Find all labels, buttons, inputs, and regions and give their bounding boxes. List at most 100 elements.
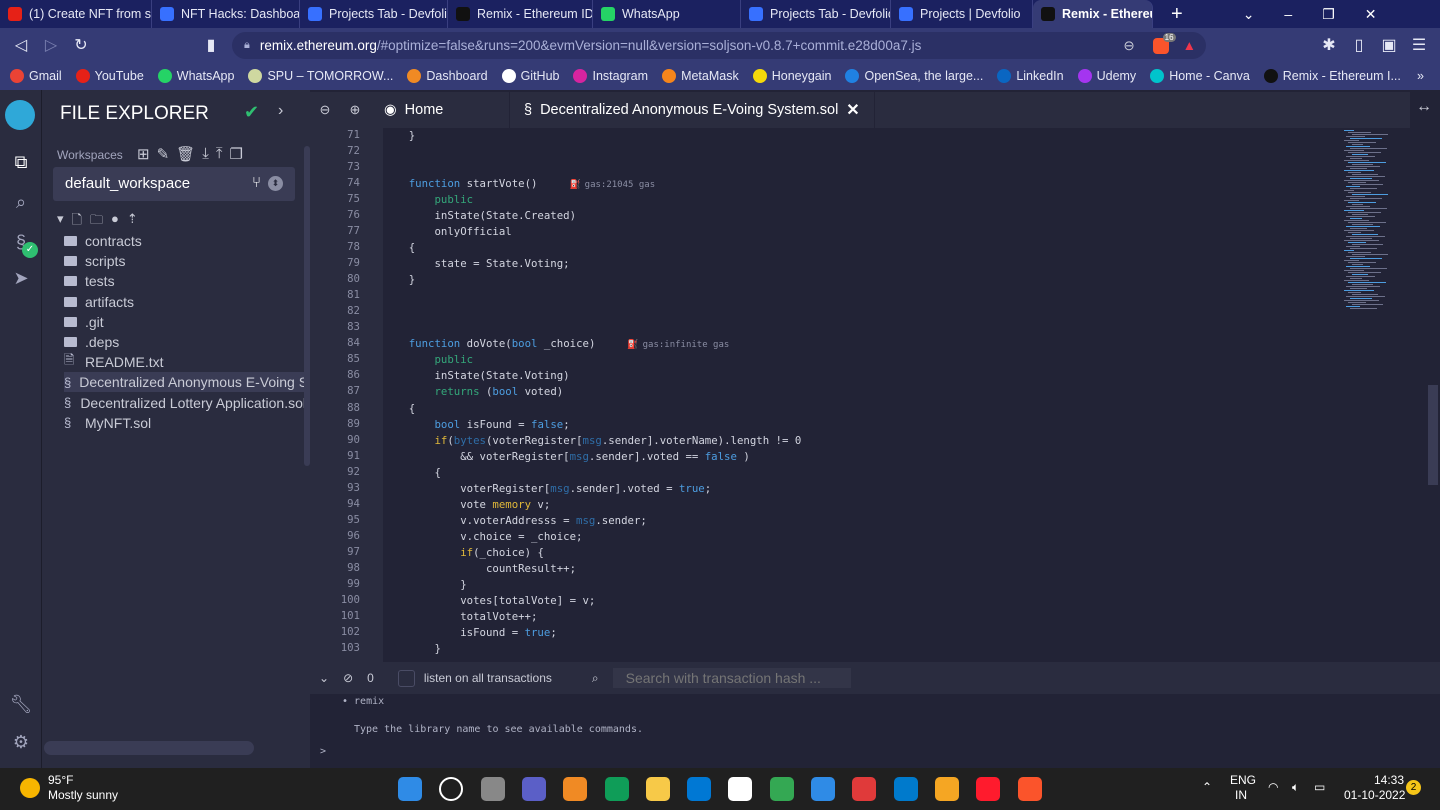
expand-icon[interactable]: ↔	[1416, 98, 1432, 116]
new-tab-icon[interactable]: +	[1171, 3, 1183, 26]
bookmark-item[interactable]: LinkedIn	[997, 69, 1064, 83]
taskbar-app-icon[interactable]	[769, 777, 794, 801]
browser-tab[interactable]: Projects Tab - Devfolio	[300, 0, 448, 28]
terminal-prompt[interactable]: >	[320, 746, 326, 757]
clock-date[interactable]: 01-10-2022	[1344, 788, 1405, 802]
menu-icon[interactable]: ☰	[1404, 35, 1434, 55]
url-field[interactable]: 🔒︎ remix.ethereum.org/#optimize=false&ru…	[232, 32, 1206, 59]
brave-rewards-icon[interactable]: ▲	[1183, 38, 1196, 53]
file-tree-item[interactable]: tests	[64, 271, 306, 291]
deploy-run-icon[interactable]: ➤	[8, 268, 34, 294]
battery-icon[interactable]: ▭	[1314, 780, 1325, 794]
more-bookmarks-button[interactable]: »	[1417, 69, 1424, 83]
taskbar-app-icon[interactable]	[852, 777, 877, 801]
new-folder-icon[interactable]: 🗀︎	[90, 211, 103, 233]
restore-workspace-icon[interactable]: ⤒	[216, 145, 223, 163]
weather-temp[interactable]: 95°F	[48, 773, 73, 787]
zoom-icon[interactable]: ⊖	[1123, 38, 1134, 54]
file-tree-item[interactable]: artifacts	[64, 292, 306, 312]
minimap[interactable]	[1338, 128, 1428, 662]
taskbar-app-icon[interactable]	[521, 777, 546, 801]
upload-icon[interactable]: ⇡	[127, 211, 138, 233]
editor-scrollbar[interactable]	[1428, 385, 1438, 485]
git-branch-icon[interactable]: ⑂	[252, 174, 261, 191]
taskbar-app-icon[interactable]	[645, 777, 670, 801]
bookmark-item[interactable]: YouTube	[75, 69, 144, 83]
rename-workspace-icon[interactable]: ✎	[157, 145, 170, 163]
wifi-icon[interactable]: ◠	[1268, 780, 1278, 794]
tray-chevron-icon[interactable]: ⌃	[1202, 780, 1212, 794]
bookmark-item[interactable]: GitHub	[501, 69, 559, 83]
restore-icon[interactable]: ❐	[1322, 6, 1335, 23]
new-file-icon[interactable]: 🗋︎	[72, 211, 82, 233]
taskbar-app-icon[interactable]	[893, 777, 918, 801]
taskbar-app-icon[interactable]	[687, 777, 712, 801]
collapse-terminal-icon[interactable]: ⌄	[319, 671, 329, 685]
taskbar-app-icon[interactable]	[811, 777, 835, 801]
bookmark-item[interactable]: Dashboard	[407, 69, 488, 83]
extensions-icon[interactable]: ✱	[1314, 35, 1344, 55]
taskbar-app-icon[interactable]	[563, 777, 588, 801]
search-icon[interactable]: ⌕	[8, 192, 34, 218]
taskbar-app-icon[interactable]	[604, 777, 629, 801]
bookmark-item[interactable]: SPU – TOMORROW...	[248, 69, 393, 83]
wallet-icon[interactable]: ▣	[1374, 35, 1404, 55]
zoom-in-icon[interactable]: ⊕	[340, 102, 370, 118]
weather-desc[interactable]: Mostly sunny	[48, 788, 118, 802]
delete-workspace-icon[interactable]: 🗑︎	[176, 145, 195, 163]
file-explorer-icon[interactable]: ⧉	[8, 152, 34, 178]
zoom-out-icon[interactable]: ⊖	[310, 102, 340, 118]
download-workspace-icon[interactable]: ⤓	[202, 145, 209, 163]
browser-tab[interactable]: WhatsApp	[593, 0, 741, 28]
bookmark-item[interactable]: Home - Canva	[1150, 69, 1250, 83]
file-tree-item[interactable]: contracts	[64, 231, 306, 251]
remix-logo-icon[interactable]	[5, 100, 35, 130]
taskbar-app-icon[interactable]	[480, 777, 505, 801]
listen-checkbox[interactable]	[397, 669, 415, 687]
file-tree-item[interactable]: 🗎︎ README.txt	[64, 352, 306, 372]
minimize-icon[interactable]: –	[1284, 6, 1292, 22]
clear-terminal-icon[interactable]: ⊘	[343, 671, 353, 685]
tab-evoting-sol[interactable]: § Decentralized Anonymous E-Voing System.…	[510, 92, 875, 128]
workspace-select[interactable]: default_workspace ⑂ ⬍	[53, 167, 295, 201]
file-tree-item[interactable]: .deps	[64, 332, 306, 352]
bookmark-item[interactable]: OpenSea, the large...	[845, 69, 983, 83]
clone-workspace-icon[interactable]: ❐	[229, 145, 242, 163]
reload-icon[interactable]: ↻	[66, 35, 96, 55]
code-editor[interactable]: } function startVote() ⛽ gas:21045 gas pub…	[383, 128, 1338, 662]
browser-tab[interactable]: Projects | Devfolio	[891, 0, 1033, 28]
language-eng[interactable]: ENG	[1230, 773, 1256, 787]
solidity-compiler-icon[interactable]: § ✓	[8, 232, 38, 258]
bookmark-item[interactable]: Remix - Ethereum I...	[1263, 69, 1401, 83]
file-tree-item[interactable]: § Decentralized Anonymous E-Voing System.…	[64, 372, 306, 393]
select-arrows-icon[interactable]: ⬍	[268, 176, 283, 191]
collapse-caret-icon[interactable]: ▾	[57, 211, 64, 233]
taskbar-app-icon[interactable]	[398, 777, 422, 801]
taskbar-app-icon[interactable]	[728, 777, 753, 801]
terminal-output[interactable]: • remix Type the library name to see ava…	[310, 694, 1440, 768]
taskbar-app-icon[interactable]	[439, 777, 464, 801]
file-tree-item[interactable]: scripts	[64, 251, 306, 271]
bookmark-item[interactable]: Gmail	[10, 69, 62, 83]
bookmark-item[interactable]: Udemy	[1077, 69, 1136, 83]
close-window-icon[interactable]: ✕	[1365, 6, 1377, 23]
browser-tab[interactable]: Remix - Ethereum IDE	[448, 0, 593, 28]
bookmark-item[interactable]: Instagram	[573, 69, 648, 83]
browser-tab[interactable]: NFT Hacks: Dashboard	[152, 0, 300, 28]
tab-home[interactable]: ◉ Home	[370, 92, 510, 128]
close-tab-icon[interactable]: ✕	[846, 100, 859, 120]
browser-tab[interactable]: (1) Create NFT from sc	[0, 0, 152, 28]
create-workspace-icon[interactable]: ⊞	[137, 145, 150, 163]
bookmark-item[interactable]: MetaMask	[662, 69, 739, 83]
plugin-manager-icon[interactable]: 🔧︎	[8, 694, 34, 720]
chevron-right-icon[interactable]: ›	[278, 102, 283, 120]
sidebar-icon[interactable]: ▯	[1344, 35, 1374, 55]
horizontal-scrollbar[interactable]	[44, 741, 254, 755]
bookmark-item[interactable]: WhatsApp	[157, 69, 234, 83]
volume-icon[interactable]: 🔈︎	[1292, 780, 1299, 795]
browser-tab[interactable]: Remix - Ethereum✕	[1033, 0, 1153, 28]
settings-icon[interactable]: ⚙	[8, 732, 34, 758]
notification-badge[interactable]: 2	[1406, 780, 1421, 795]
back-icon[interactable]: ◁	[6, 35, 36, 55]
github-icon[interactable]: ●	[111, 211, 119, 233]
